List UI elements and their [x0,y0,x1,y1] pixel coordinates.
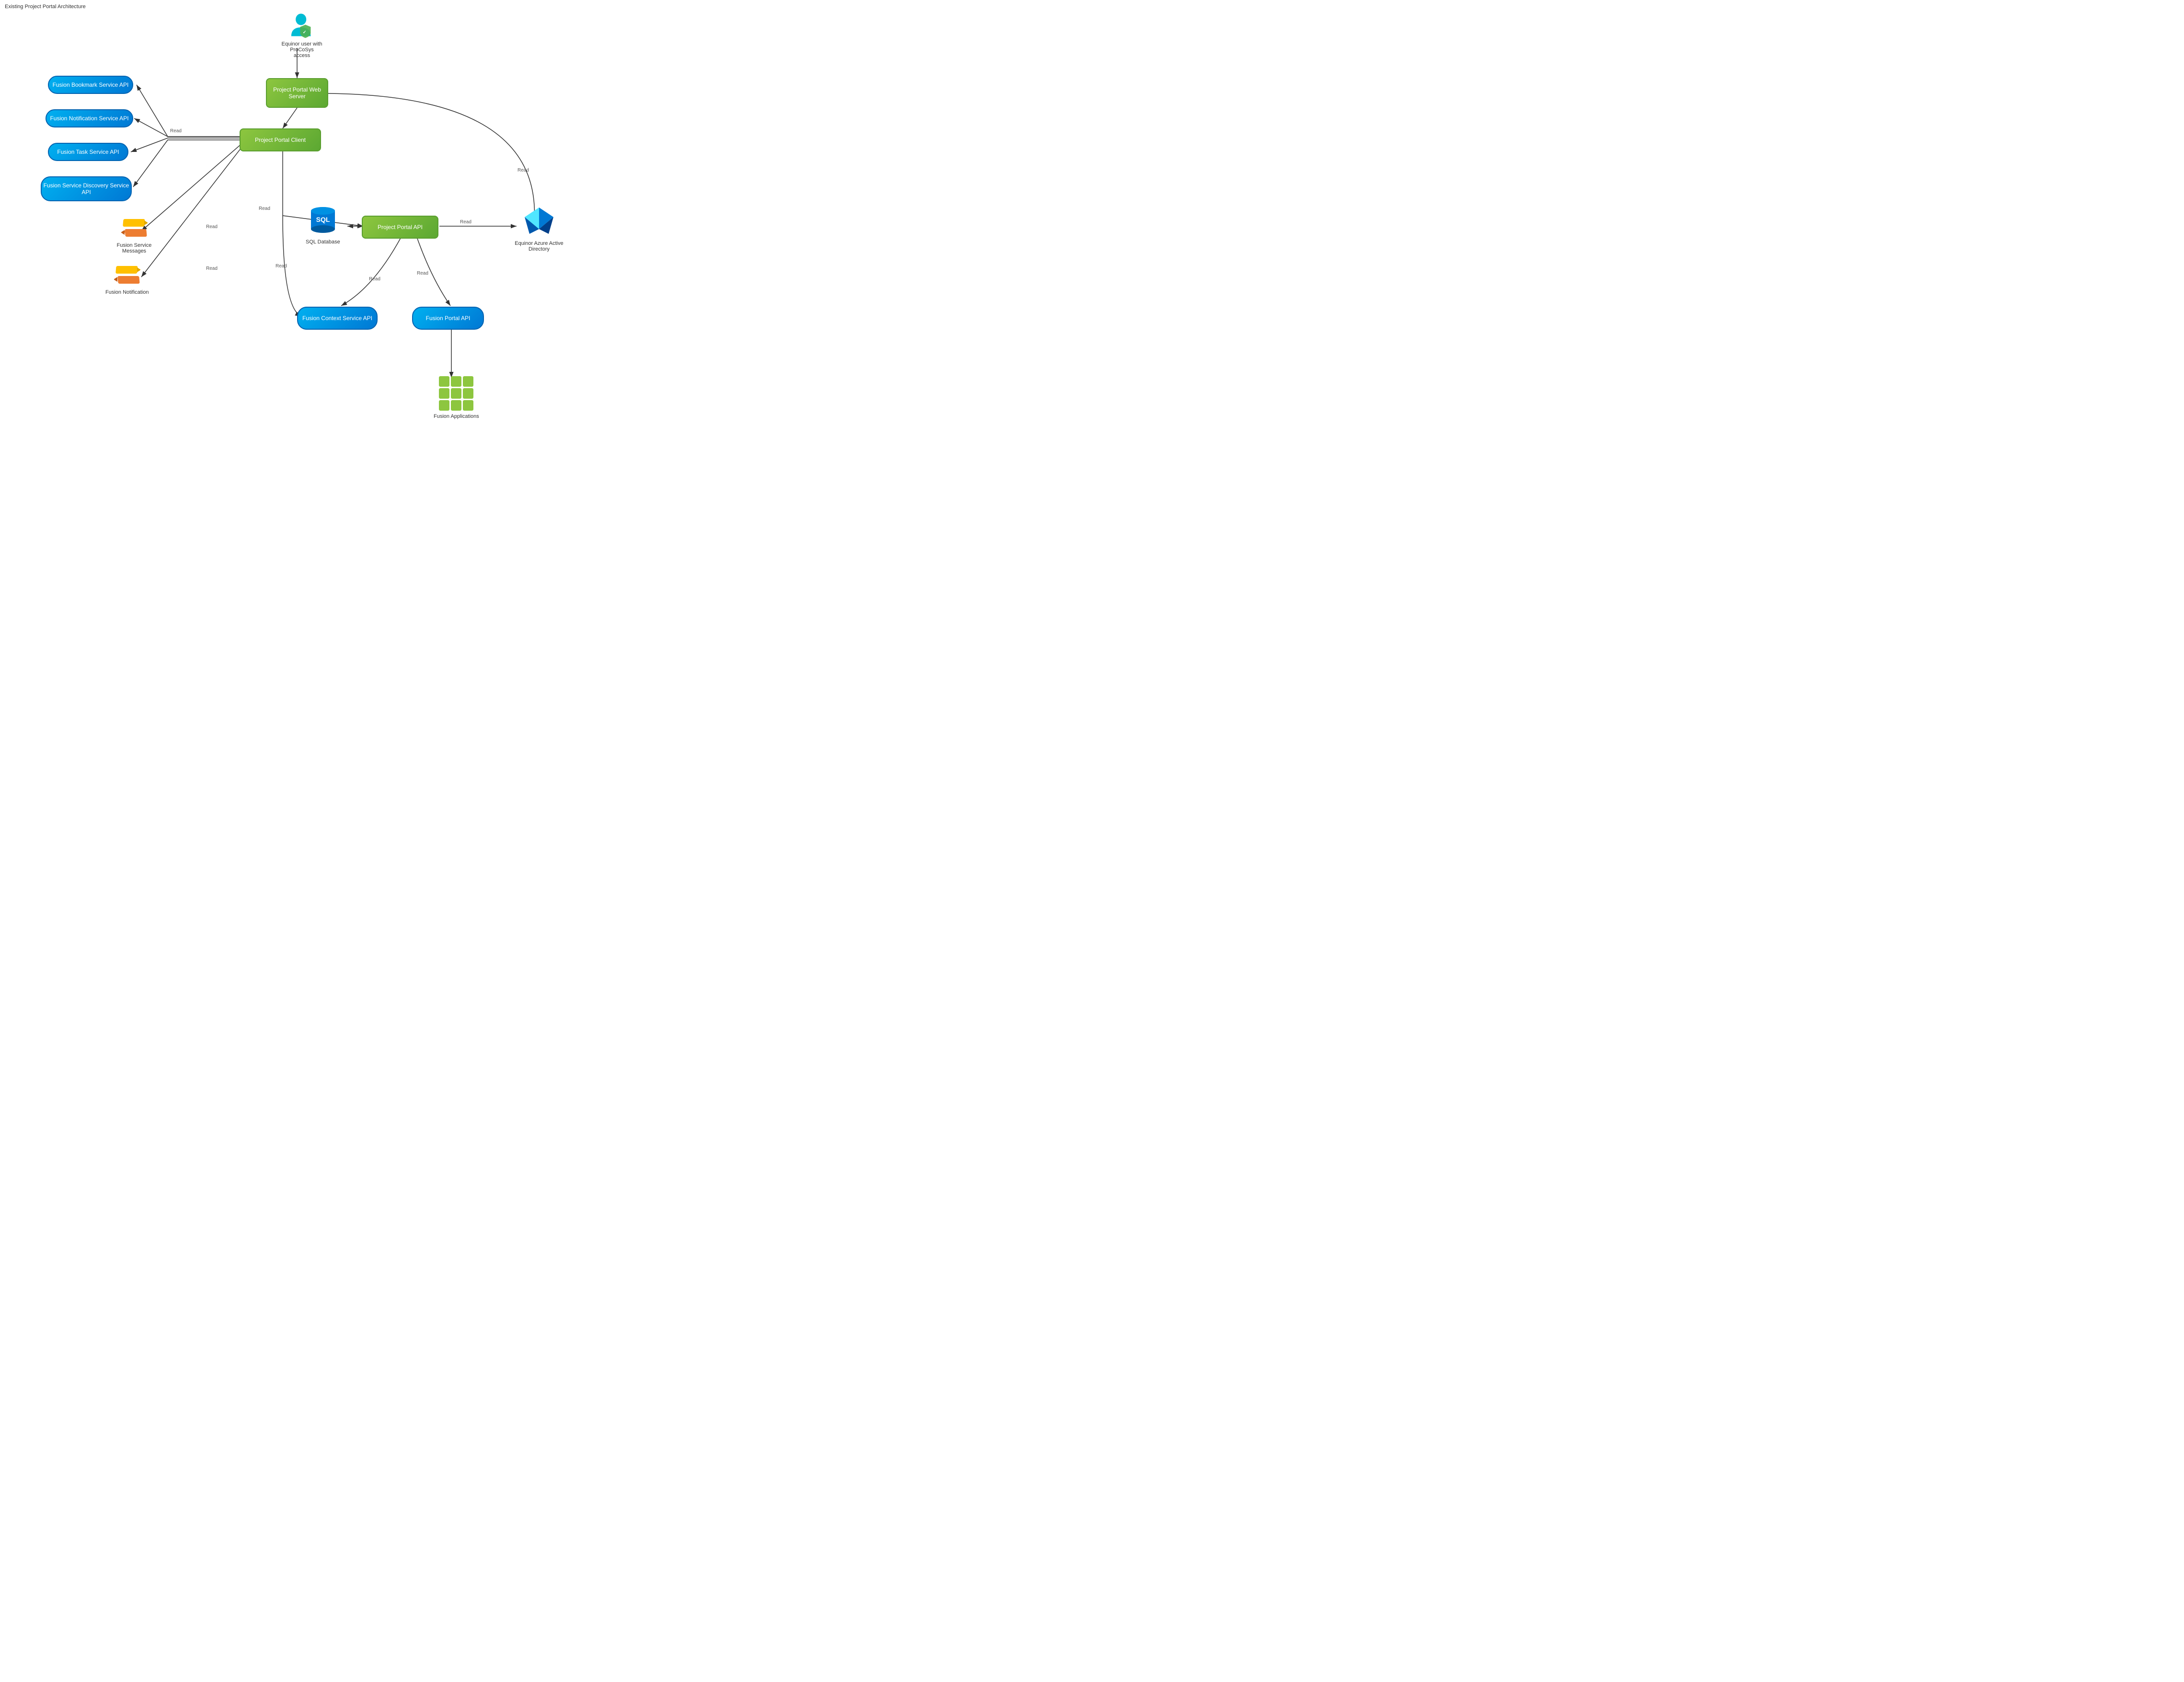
fusion-notification-label: Fusion Notification [105,289,149,295]
fusion-discovery-label: Fusion Service Discovery Service API [42,182,131,196]
azure-ad-container: Equinor Azure Active Directory [510,205,568,252]
fusion-messages-icon [121,217,148,241]
fusion-notification-container: Fusion Notification [105,264,149,295]
read-label-6: Read [206,266,218,271]
svg-text:✓: ✓ [303,30,307,35]
azure-ad-label: Equinor Azure Active Directory [510,241,568,252]
fusion-bookmark-node: Fusion Bookmark Service API [48,76,133,94]
read-label-3: Read [460,219,471,225]
sql-container: SQL SQL Database [306,204,340,245]
fusion-notification-svc-node: Fusion Notification Service API [46,109,133,127]
user-icon: ✓ [287,11,316,39]
user-icon-container: ✓ Equinor user with ProCoSysaccess [280,11,323,58]
read-label-8: Read [417,271,428,276]
portal-api-label: Project Portal API [378,224,423,230]
fusion-notification-icon [114,264,140,288]
portal-api-node: Project Portal API [362,216,438,239]
fusion-context-node: Fusion Context Service API [297,307,378,330]
read-label-2: Read [259,206,270,211]
read-label-7: Read [369,276,380,282]
client-node: Project Portal Client [240,128,321,151]
azure-ad-icon [522,205,556,239]
read-label-5: Read [206,224,218,230]
fusion-context-label: Fusion Context Service API [302,315,372,322]
fusion-apps-grid [439,376,473,411]
fusion-task-node: Fusion Task Service API [48,143,128,161]
fusion-portal-api-label: Fusion Portal API [426,315,471,322]
read-label-1: Read [170,128,182,134]
fusion-apps-container: Fusion Applications [434,376,479,419]
sql-label: SQL Database [306,239,340,245]
page-title: Existing Project Portal Architecture [5,4,86,10]
fusion-discovery-node: Fusion Service Discovery Service API [41,176,132,201]
fusion-apps-label: Fusion Applications [434,414,479,419]
fusion-messages-container: Fusion Service Messages [105,217,163,254]
sql-icon: SQL [306,204,340,237]
fusion-messages-label: Fusion Service Messages [105,242,163,254]
fusion-notification-svc-label: Fusion Notification Service API [50,115,128,122]
web-server-label: Project Portal Web Server [267,86,327,100]
fusion-bookmark-label: Fusion Bookmark Service API [53,81,129,88]
read-label-4: Read [517,168,529,173]
svg-text:SQL: SQL [316,216,330,223]
client-label: Project Portal Client [255,137,306,143]
read-label-9: Read [276,264,287,269]
fusion-task-label: Fusion Task Service API [57,149,119,155]
user-label: Equinor user with ProCoSysaccess [280,41,323,58]
fusion-portal-api-node: Fusion Portal API [412,307,484,330]
web-server-node: Project Portal Web Server [266,78,328,108]
